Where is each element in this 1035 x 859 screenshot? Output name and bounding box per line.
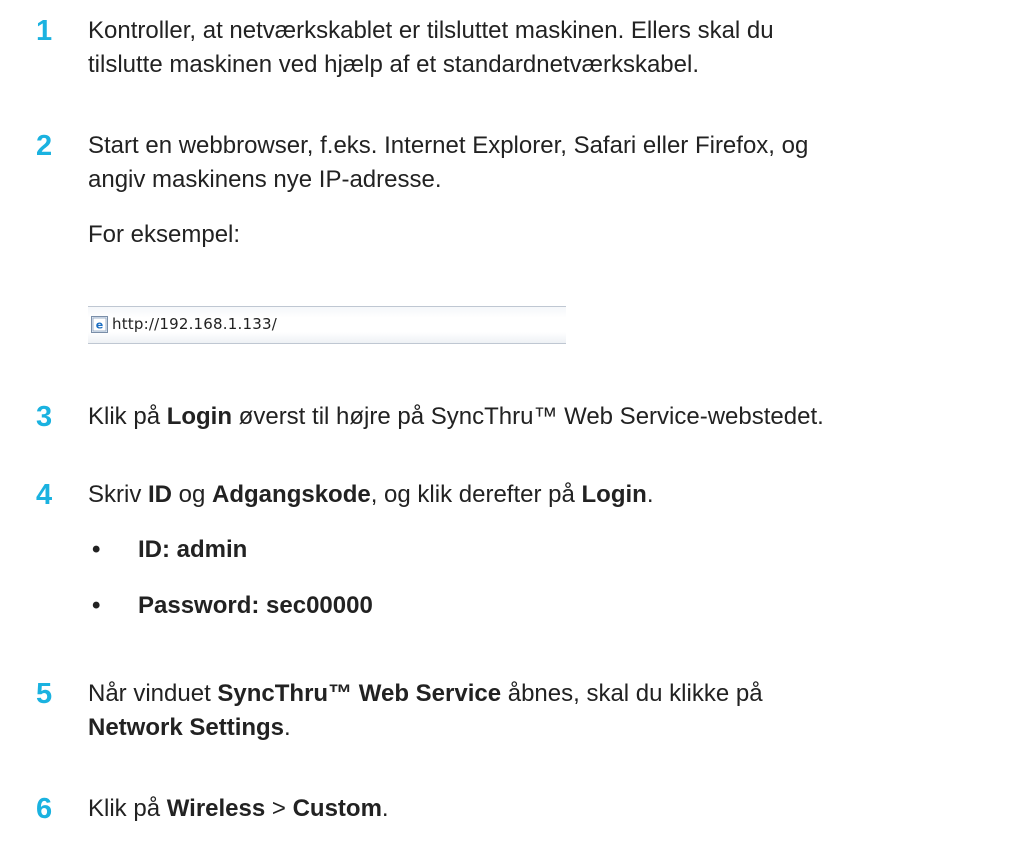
bullet-item: ID: admin bbox=[138, 536, 248, 563]
step-text-line: Network Settings. bbox=[88, 714, 291, 741]
step-number: 1 bbox=[36, 15, 53, 47]
step-number: 5 bbox=[36, 678, 53, 710]
step-text-line: tilslutte maskinen ved hjælp af et stand… bbox=[88, 51, 699, 78]
url-text: http://192.168.1.133/ bbox=[112, 315, 277, 333]
step-number: 6 bbox=[36, 793, 53, 825]
bullet-marker: • bbox=[92, 536, 101, 563]
svg-text:e: e bbox=[96, 319, 103, 332]
step-text: Klik på Wireless > Custom. bbox=[88, 795, 389, 822]
ie-page-icon: e bbox=[91, 316, 108, 333]
step-text-line: Kontroller, at netværkskablet er tilslut… bbox=[88, 17, 774, 44]
step-text: Skriv ID og Adgangskode, og klik derefte… bbox=[88, 481, 654, 508]
step-text-line: Når vinduet SyncThru™ Web Service åbnes,… bbox=[88, 680, 763, 707]
browser-address-bar: e http://192.168.1.133/ bbox=[88, 306, 566, 344]
step-text: Klik på Login øverst til højre på SyncTh… bbox=[88, 403, 824, 430]
step-number: 3 bbox=[36, 401, 53, 433]
step-number: 4 bbox=[36, 479, 53, 511]
step-text-line: angiv maskinens nye IP-adresse. bbox=[88, 166, 442, 193]
step-number: 2 bbox=[36, 130, 53, 162]
bullet-item: Password: sec00000 bbox=[138, 592, 373, 619]
bullet-marker: • bbox=[92, 592, 101, 619]
example-label: For eksempel: bbox=[88, 221, 241, 248]
step-text-line: Start en webbrowser, f.eks. Internet Exp… bbox=[88, 132, 809, 159]
